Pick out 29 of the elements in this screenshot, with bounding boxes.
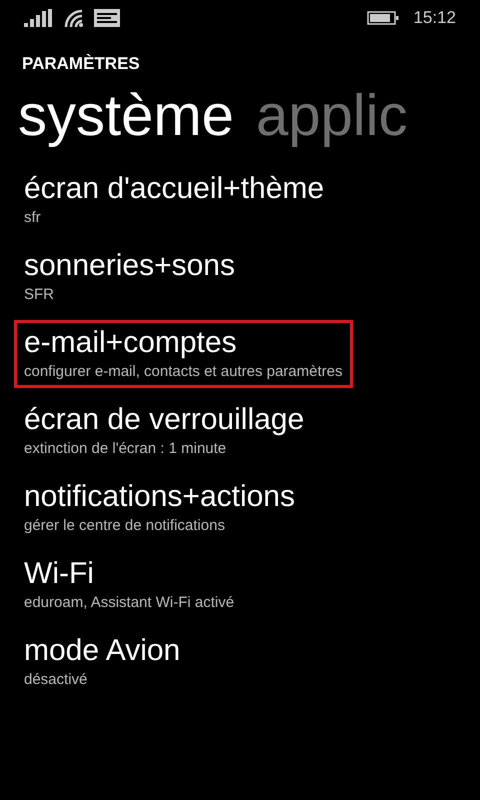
item-subtitle: désactivé xyxy=(24,670,88,690)
settings-item[interactable]: écran d'accueil+thème sfr xyxy=(14,166,336,234)
item-subtitle: sfr xyxy=(24,208,41,228)
wifi-icon xyxy=(64,9,84,27)
item-subtitle: gérer le centre de notifications xyxy=(24,516,225,536)
pivot-tab[interactable]: applic xyxy=(256,84,408,148)
item-title: sonneries+sons xyxy=(24,248,235,284)
settings-item[interactable]: sonneries+sons SFR xyxy=(14,242,246,311)
message-icon xyxy=(94,9,120,27)
item-title: e-mail+comptes xyxy=(24,324,237,361)
item-subtitle: configurer e-mail, contacts et autres paramètres xyxy=(24,362,342,382)
settings-item[interactable]: e-mail+comptes configurer e-mail, contacts et autres paramètres xyxy=(14,320,354,388)
signal-icon xyxy=(24,9,54,27)
item-title: écran d'accueil+thème xyxy=(24,170,324,207)
item-subtitle: SFR xyxy=(24,284,54,305)
battery-icon xyxy=(367,11,400,25)
app-title: PARAMÈTRES xyxy=(21,53,141,74)
settings-item[interactable]: notifications+actions gérer le centre de notifications xyxy=(14,474,306,542)
settings-item[interactable]: écran de verrouillage extinction de l'écran : 1 minute xyxy=(14,396,316,465)
clock-time: 15:12 xyxy=(413,8,456,28)
settings-item[interactable]: Wi-Fi eduroam, Assistant Wi-Fi activé xyxy=(14,550,246,619)
pivot-tab[interactable]: système xyxy=(18,84,234,148)
item-subtitle: extinction de l'écran : 1 minute xyxy=(24,438,226,459)
item-title: écran de verrouillage xyxy=(24,402,304,438)
item-subtitle: eduroam, Assistant Wi-Fi activé xyxy=(24,592,234,613)
item-title: notifications+actions xyxy=(24,478,295,515)
item-title: Wi-Fi xyxy=(24,556,94,592)
item-title: mode Avion xyxy=(24,632,180,669)
settings-item[interactable]: mode Avion désactivé xyxy=(14,628,192,696)
